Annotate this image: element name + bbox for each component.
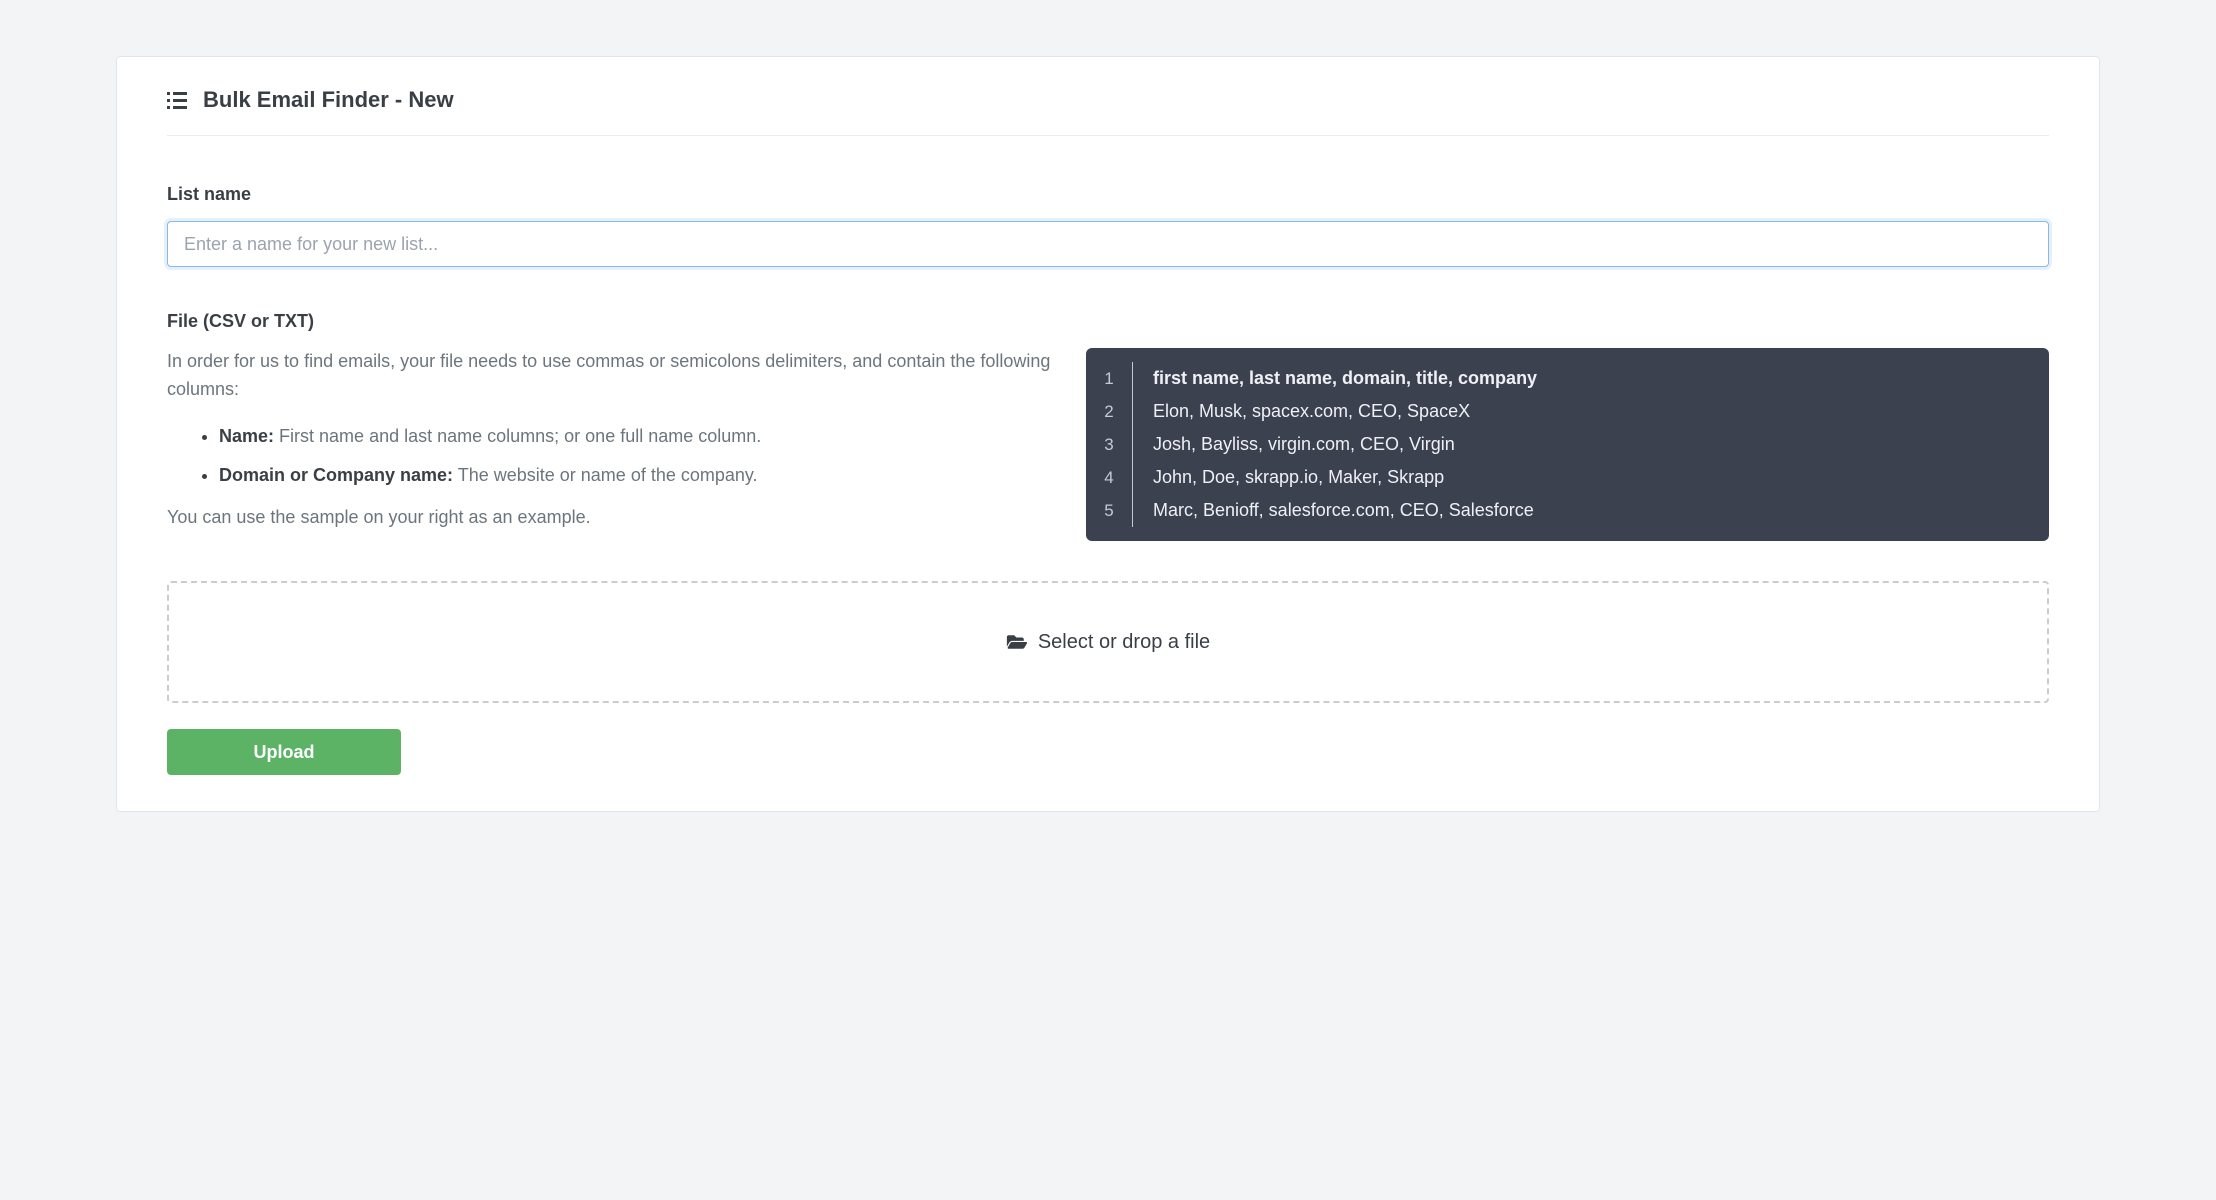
main-card: Bulk Email Finder - New List name File (… (116, 56, 2100, 812)
sample-box: 1 first name, last name, domain, title, … (1086, 348, 2049, 541)
helper-text: In order for us to find emails, your fil… (167, 348, 1056, 404)
folder-open-icon (1006, 633, 1028, 651)
sample-line-text: Elon, Musk, spacex.com, CEO, SpaceX (1153, 401, 1470, 422)
sample-row: 1 first name, last name, domain, title, … (1086, 362, 2049, 395)
list-name-input[interactable] (167, 221, 2049, 267)
sample-row: 3 Josh, Bayliss, virgin.com, CEO, Virgin (1086, 428, 2049, 461)
sample-line-text: John, Doe, skrapp.io, Maker, Skrapp (1153, 467, 1444, 488)
sample-row: 2 Elon, Musk, spacex.com, CEO, SpaceX (1086, 395, 2049, 428)
dropzone-label: Select or drop a file (1038, 631, 1210, 654)
card-header: Bulk Email Finder - New (167, 87, 2049, 136)
sample-line-number: 4 (1086, 468, 1132, 488)
list-name-label: List name (167, 184, 2049, 205)
sample-line-number: 3 (1086, 435, 1132, 455)
page-wrap: Bulk Email Finder - New List name File (… (0, 0, 2216, 812)
requirement-item: Name: First name and last name columns; … (219, 422, 1056, 451)
sample-file-preview: 1 first name, last name, domain, title, … (1086, 348, 2049, 541)
requirement-desc: First name and last name columns; or one… (279, 426, 761, 446)
list-name-section: List name (167, 184, 2049, 267)
requirement-label: Name: (219, 426, 274, 446)
file-instructions-row: In order for us to find emails, your fil… (167, 348, 2049, 541)
file-instructions: In order for us to find emails, your fil… (167, 348, 1056, 528)
list-icon (167, 92, 187, 109)
sample-line-number: 1 (1086, 369, 1132, 389)
sample-line-text: first name, last name, domain, title, co… (1153, 368, 1537, 389)
requirement-item: Domain or Company name: The website or n… (219, 461, 1056, 490)
sample-line-text: Josh, Bayliss, virgin.com, CEO, Virgin (1153, 434, 1455, 455)
requirement-desc: The website or name of the company. (458, 465, 758, 485)
upload-button[interactable]: Upload (167, 729, 401, 775)
sample-line-text: Marc, Benioff, salesforce.com, CEO, Sale… (1153, 500, 1534, 521)
file-label: File (CSV or TXT) (167, 311, 2049, 332)
sample-row: 4 John, Doe, skrapp.io, Maker, Skrapp (1086, 461, 2049, 494)
requirements-list: Name: First name and last name columns; … (167, 422, 1056, 490)
sample-line-number: 2 (1086, 402, 1132, 422)
requirement-label: Domain or Company name: (219, 465, 453, 485)
file-dropzone[interactable]: Select or drop a file (167, 581, 2049, 703)
sample-line-number: 5 (1086, 501, 1132, 521)
page-title: Bulk Email Finder - New (203, 87, 454, 113)
sample-row: 5 Marc, Benioff, salesforce.com, CEO, Sa… (1086, 494, 2049, 527)
example-footer: You can use the sample on your right as … (167, 507, 1056, 528)
